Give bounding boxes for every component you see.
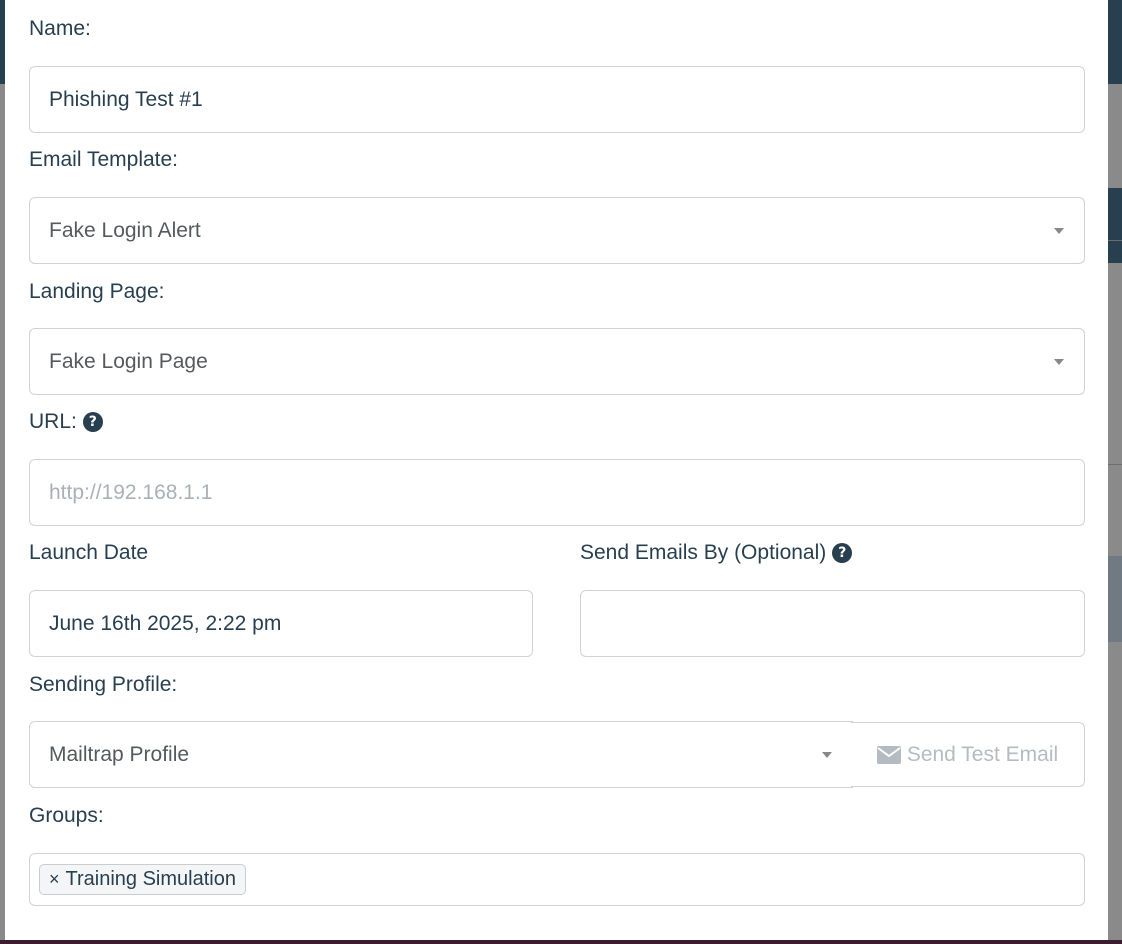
question-circle-icon[interactable]: ?: [832, 543, 853, 563]
groups-label: Groups:: [29, 804, 104, 827]
background-divider: [1108, 464, 1122, 465]
group-tag: × Training Simulation: [39, 864, 246, 895]
email-template-select[interactable]: Fake Login Alert: [29, 197, 1085, 264]
send-by-label: Send Emails By (Optional) ?: [580, 541, 853, 565]
sending-profile-select[interactable]: Mailtrap Profile: [29, 721, 853, 788]
background-divider: [1108, 240, 1122, 241]
sending-profile-label: Sending Profile:: [29, 673, 178, 696]
name-input[interactable]: Phishing Test #1: [29, 66, 1085, 133]
chevron-down-icon: [822, 752, 832, 758]
url-input[interactable]: http://192.168.1.1: [29, 459, 1085, 526]
background-band: [1108, 188, 1122, 263]
name-label: Name:: [29, 17, 91, 40]
question-circle-icon[interactable]: ?: [82, 412, 103, 432]
new-campaign-modal: Name: Phishing Test #1 Email Template: F…: [5, 0, 1108, 940]
send-test-email-button[interactable]: Send Test Email: [851, 722, 1085, 787]
landing-page-select[interactable]: Fake Login Page: [29, 328, 1085, 395]
chevron-down-icon: [1054, 228, 1064, 234]
url-label: URL: ?: [29, 410, 103, 434]
background-panel: [1108, 556, 1122, 642]
email-template-label: Email Template:: [29, 148, 179, 171]
launch-date-label: Launch Date: [29, 541, 149, 564]
chevron-down-icon: [1054, 359, 1064, 365]
send-by-input[interactable]: [580, 590, 1085, 657]
remove-tag-icon[interactable]: ×: [49, 869, 60, 890]
landing-page-label: Landing Page:: [29, 280, 165, 303]
background-bottom-edge: [0, 940, 1122, 944]
groups-input[interactable]: × Training Simulation: [29, 853, 1085, 906]
envelope-icon: [876, 745, 901, 764]
launch-date-input[interactable]: June 16th 2025, 2:22 pm: [29, 590, 533, 657]
